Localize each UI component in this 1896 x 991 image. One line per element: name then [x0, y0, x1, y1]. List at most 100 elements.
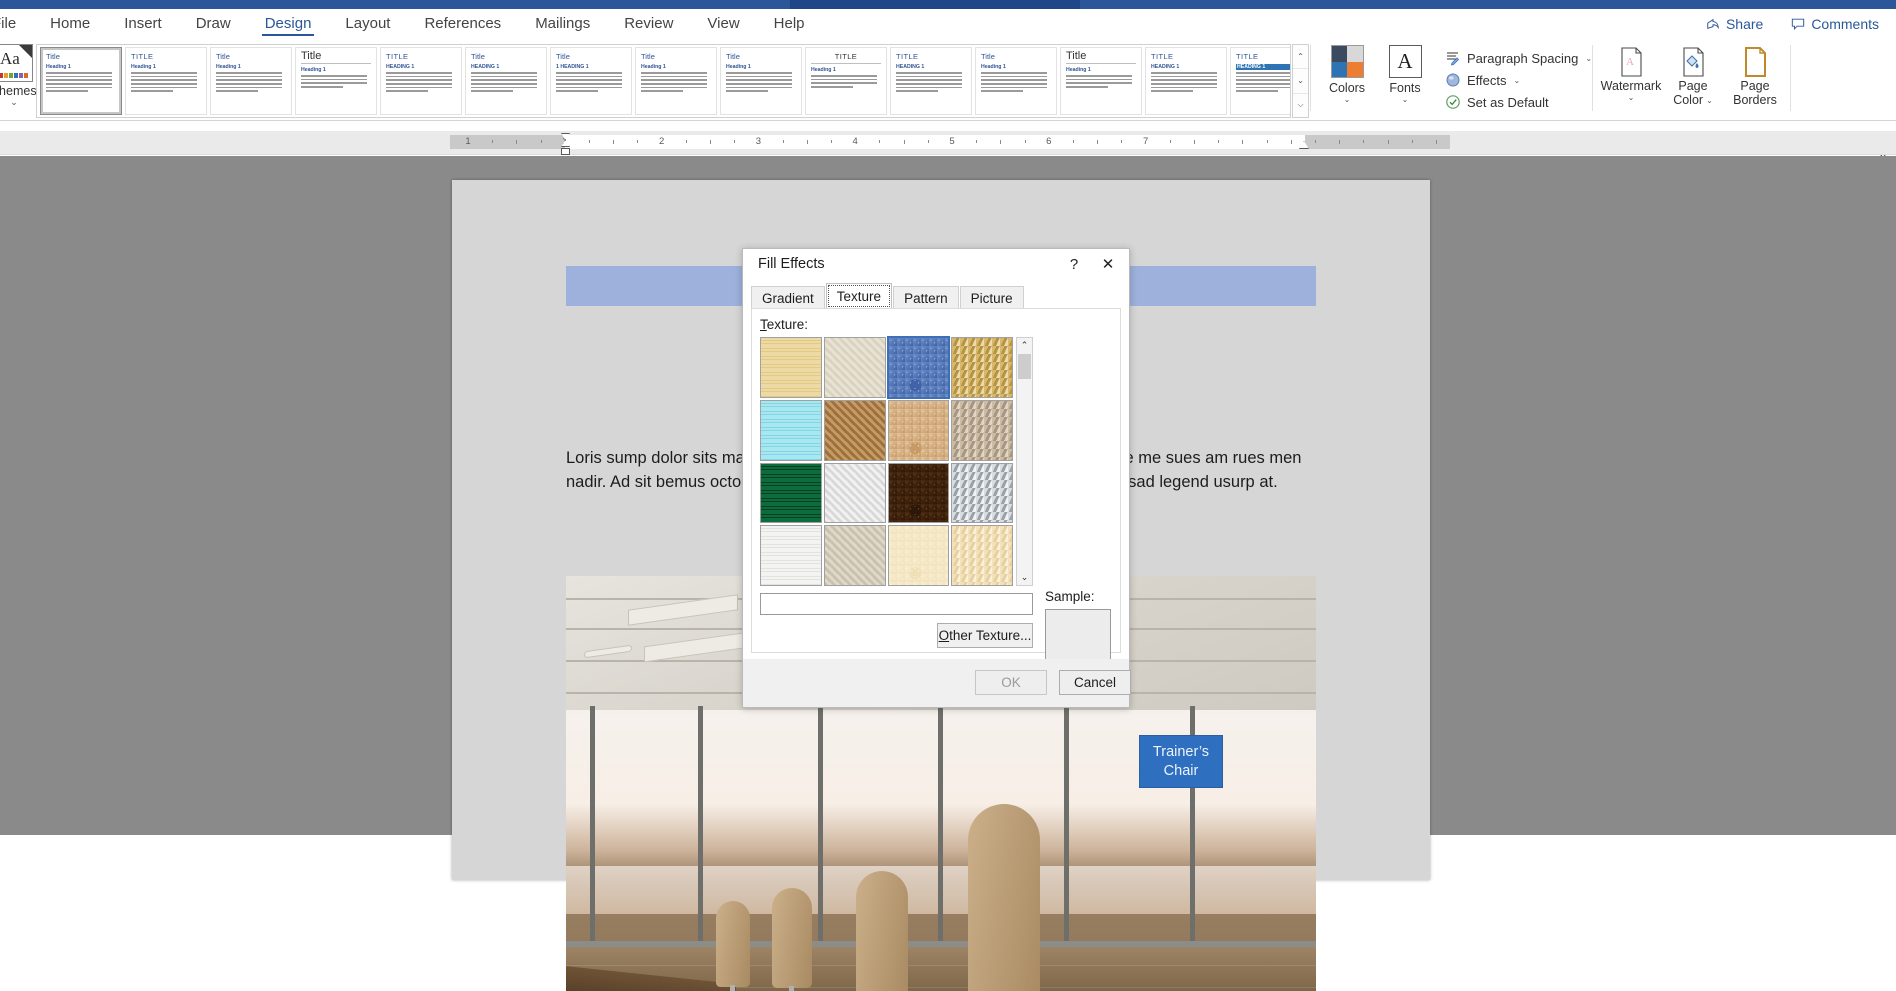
dialog-tab-picture[interactable]: Picture [959, 286, 1024, 309]
style-thumbnail[interactable]: TITLE HEADING 1 [1230, 47, 1290, 115]
texture-name-field[interactable] [760, 593, 1033, 615]
texture-swatch[interactable] [951, 399, 1013, 461]
ribbon-tab-design[interactable]: Design [248, 9, 329, 39]
ribbon-tab-mailings[interactable]: Mailings [518, 9, 607, 39]
image-chair [772, 888, 812, 991]
style-thumbnail[interactable]: TITLE HEADING 1 [1145, 47, 1227, 115]
style-thumbnail[interactable]: Title Heading 1 [635, 47, 717, 115]
close-icon[interactable]: ✕ [1091, 249, 1125, 279]
trainers-chair-callout[interactable]: Trainer’s Chair [1139, 735, 1223, 788]
other-texture-button[interactable]: Other Texture... [937, 623, 1033, 648]
comments-button[interactable]: Comments [1782, 12, 1888, 36]
dialog-tab-pattern[interactable]: Pattern [893, 286, 959, 309]
ruler-number: 7 [1142, 136, 1149, 147]
horizontal-ruler[interactable]: 11234567 [0, 131, 1896, 155]
texture-swatch[interactable] [887, 525, 950, 586]
style-thumbnail[interactable]: TITLE HEADING 1 [380, 47, 462, 115]
texture-swatch[interactable] [951, 337, 1013, 398]
style-thumbnail[interactable]: TITLE Heading 1 [125, 47, 207, 115]
colors-caret-icon[interactable]: ⌄ [1344, 95, 1351, 104]
ruler-number: 6 [1046, 136, 1052, 147]
texture-scrollbar[interactable]: ⌃ ⌄ [1016, 337, 1033, 586]
effects-caret-icon[interactable]: ⌄ [1514, 76, 1521, 85]
texture-swatch[interactable] [951, 462, 1013, 524]
texture-swatch[interactable] [886, 336, 951, 399]
style-thumbnail[interactable]: TITLE Heading 1 [805, 47, 887, 115]
style-thumbnail-heading: HEADING 1 [1151, 64, 1180, 70]
ribbon-tab-draw[interactable]: Draw [179, 9, 248, 39]
texture-swatch[interactable] [823, 462, 886, 524]
style-thumbnail[interactable]: TITLE HEADING 1 [890, 47, 972, 115]
themes-caret-icon[interactable]: ⌄ [10, 98, 18, 107]
share-button[interactable]: Share [1697, 12, 1772, 36]
page-color-caret-icon[interactable]: ⌄ [1706, 96, 1713, 105]
paragraph-spacing-caret-icon[interactable]: ⌄ [1585, 54, 1592, 63]
ruler-tick [1315, 140, 1316, 143]
gallery-scroll-up-icon[interactable]: ⌃ [1293, 45, 1308, 70]
scroll-up-icon[interactable]: ⌃ [1017, 338, 1032, 353]
scrollbar-thumb[interactable] [1018, 354, 1031, 379]
ribbon-tab-view[interactable]: View [690, 9, 756, 39]
ruler-tick [903, 140, 905, 144]
page-borders-button[interactable]: Page Borders [1724, 41, 1786, 117]
style-thumbnail[interactable]: Title 1 HEADING 1 [550, 47, 632, 115]
ruler-number: 1 [465, 136, 471, 147]
scroll-down-icon[interactable]: ⌄ [1017, 570, 1032, 585]
watermark-button[interactable]: A Watermark ⌄ [1600, 41, 1662, 117]
document-formatting-gallery[interactable]: Title Heading 1 TITLE Heading 1 Title Heading… [36, 44, 1291, 118]
ruler-tick [927, 140, 929, 143]
style-thumbnail[interactable]: Title Heading 1 [295, 47, 377, 115]
texture-swatch[interactable] [760, 399, 822, 461]
style-thumbnail[interactable]: Title Heading 1 [210, 47, 292, 115]
texture-swatch[interactable] [760, 462, 822, 524]
cancel-button[interactable]: Cancel [1059, 670, 1131, 695]
quick-access-toolbar[interactable] [790, 0, 1080, 9]
gallery-scroll-down-icon[interactable]: ⌄ [1293, 69, 1308, 94]
texture-swatch[interactable] [760, 337, 822, 398]
style-thumbnail-body [1236, 72, 1290, 93]
ribbon-tab-review[interactable]: Review [607, 9, 690, 39]
dialog-tab-texture[interactable]: Texture [825, 283, 893, 309]
set-as-default-button[interactable]: Set as Default [1440, 91, 1596, 113]
texture-swatch[interactable] [887, 399, 950, 461]
ok-button[interactable]: OK [975, 670, 1047, 695]
texture-swatch[interactable] [760, 525, 822, 586]
style-thumbnail[interactable]: Title Heading 1 [40, 47, 122, 115]
style-thumbnail-body [301, 75, 371, 88]
fonts-button[interactable]: A Fonts ⌄ [1376, 41, 1434, 117]
fonts-caret-icon[interactable]: ⌄ [1402, 95, 1409, 104]
ribbon-tab-insert[interactable]: Insert [107, 9, 179, 39]
ruler-track[interactable]: 11234567 [450, 133, 1450, 155]
ribbon-tab-home[interactable]: Home [33, 9, 107, 39]
style-thumbnail-title: TITLE [131, 52, 154, 61]
ribbon-tab-layout[interactable]: Layout [328, 9, 407, 39]
gallery-more-icon[interactable]: ⌵ [1293, 94, 1308, 117]
texture-swatch[interactable] [823, 525, 886, 586]
style-thumbnail[interactable]: Title Heading 1 [720, 47, 802, 115]
help-icon[interactable]: ? [1057, 249, 1091, 279]
ribbon-tab-help[interactable]: Help [757, 9, 822, 39]
watermark-caret-icon[interactable]: ⌄ [1628, 93, 1635, 102]
effects-button[interactable]: Effects ⌄ [1440, 69, 1596, 91]
texture-grid[interactable] [760, 336, 1013, 586]
ribbon-tab-file[interactable]: File [0, 9, 33, 39]
dialog-tab-gradient[interactable]: Gradient [751, 286, 825, 309]
dialog-title-bar: Fill Effects ? ✕ [743, 249, 1129, 279]
style-thumbnail-body [981, 72, 1051, 93]
page-color-button[interactable]: Page Color ⌄ [1662, 41, 1724, 117]
style-thumbnail-heading: Heading 1 [301, 67, 326, 73]
colors-button[interactable]: Colors ⌄ [1318, 41, 1376, 117]
ribbon-tab-references[interactable]: References [407, 9, 518, 39]
style-thumbnail[interactable]: Title HEADING 1 [465, 47, 547, 115]
style-thumbnail[interactable]: Title Heading 1 [975, 47, 1057, 115]
texture-swatch[interactable] [823, 337, 886, 398]
texture-swatch[interactable] [887, 462, 950, 524]
paragraph-spacing-button[interactable]: Paragraph Spacing ⌄ [1440, 47, 1596, 69]
fill-effects-dialog[interactable]: Fill Effects ? ✕ Gradient Texture Pattern P… [742, 248, 1131, 708]
left-indent-marker[interactable] [561, 148, 570, 155]
texture-swatch[interactable] [823, 399, 886, 461]
style-thumbnail[interactable]: Title Heading 1 [1060, 47, 1142, 115]
style-thumbnail-heading: Heading 1 [641, 64, 666, 70]
gallery-scrollbar[interactable]: ⌃ ⌄ ⌵ [1292, 44, 1309, 118]
texture-swatch[interactable] [951, 525, 1013, 586]
